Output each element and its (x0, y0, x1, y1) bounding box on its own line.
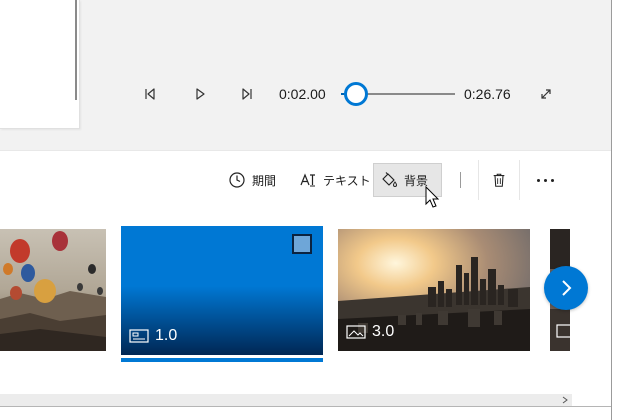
next-frame-button[interactable] (237, 84, 257, 104)
duration-button[interactable]: 期間 (222, 163, 282, 197)
delete-button[interactable] (478, 160, 520, 200)
storyboard-clip-balloons[interactable] (0, 229, 106, 351)
mouse-cursor-icon (425, 186, 440, 208)
prev-frame-button[interactable] (140, 84, 160, 104)
clip-duration: 3.0 (346, 323, 394, 341)
outside-window (0, 407, 630, 420)
current-time: 0:02.00 (279, 86, 326, 102)
clip-duration: 1.0 (129, 327, 177, 345)
player-area: 0:02.00 0:26.76 (0, 0, 611, 150)
chevron-right-icon (562, 280, 572, 296)
clip-select-checkbox[interactable] (292, 234, 312, 254)
more-icon (536, 178, 540, 182)
storyboard-clip-title-card[interactable]: 1.0 (121, 226, 323, 355)
outside-window-right (612, 0, 630, 420)
city-clip-duration: 3.0 (372, 323, 395, 340)
next-frame-icon (242, 88, 252, 100)
play-button[interactable] (190, 84, 210, 104)
text-icon (300, 173, 315, 187)
balloons-thumbnail (0, 229, 106, 351)
storyboard-clip-city[interactable]: 3.0 (338, 229, 530, 351)
seek-slider[interactable] (339, 82, 455, 106)
toolbar-divider (0, 150, 611, 151)
more-icon (543, 178, 547, 182)
video-preview (0, 0, 80, 129)
toolbar-separator (460, 172, 461, 188)
fullscreen-button[interactable] (536, 84, 556, 104)
more-button[interactable] (530, 168, 560, 192)
preview-edge (75, 0, 77, 100)
text-label: テキスト (323, 173, 371, 188)
image-icon (556, 324, 570, 338)
play-icon (196, 88, 205, 100)
text-button[interactable]: テキスト (293, 163, 377, 197)
title-card-duration: 1.0 (155, 327, 178, 344)
scroll-next-button[interactable] (544, 266, 588, 310)
seek-track (355, 93, 455, 95)
prev-frame-icon (145, 88, 155, 100)
more-icon (550, 178, 554, 182)
selected-clip-indicator (121, 358, 323, 362)
paint-bucket-icon (382, 172, 398, 187)
image-icon (346, 325, 366, 339)
seek-thumb[interactable] (344, 82, 368, 106)
total-time: 0:26.76 (464, 86, 511, 102)
title-card-icon (129, 329, 149, 343)
trash-icon (493, 173, 505, 187)
horizontal-scrollbar[interactable] (0, 394, 572, 406)
clock-icon (229, 172, 245, 188)
scroll-right-icon[interactable] (558, 394, 572, 406)
duration-label: 期間 (252, 173, 277, 188)
fullscreen-icon (541, 89, 551, 99)
